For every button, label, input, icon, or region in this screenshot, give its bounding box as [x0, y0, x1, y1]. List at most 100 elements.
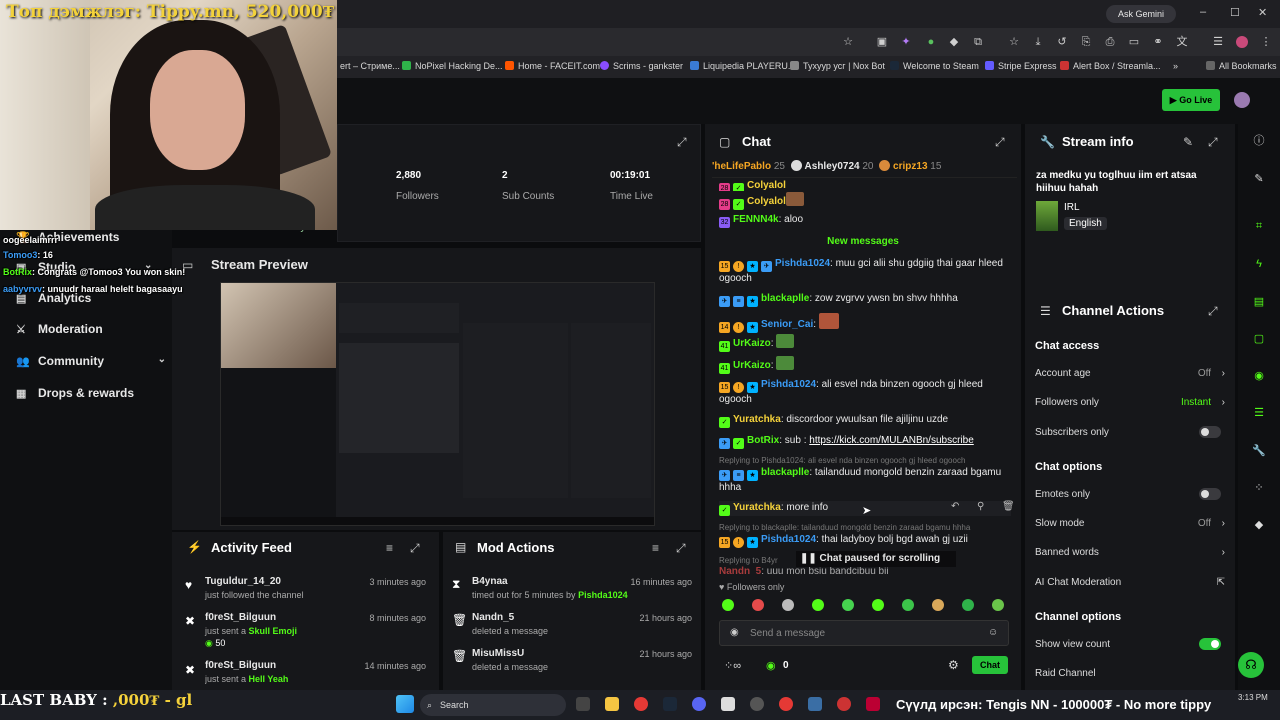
- chat-message[interactable]: ✈ ≡ ★ blackaplle: zow zvgrvv ywsn bn shvv h…: [719, 292, 1011, 307]
- emote-icon[interactable]: [782, 599, 794, 611]
- feed-user[interactable]: f0reSt_Bilguun: [205, 660, 276, 671]
- drops-icon[interactable]: ◆: [1252, 518, 1266, 532]
- feed-user[interactable]: B4ynaa: [472, 576, 508, 587]
- chat-paused-banner[interactable]: ❚❚ Chat paused for scrolling: [796, 551, 956, 567]
- expand-icon[interactable]: ⤢: [410, 541, 420, 556]
- extension-icon[interactable]: ◆: [948, 36, 960, 48]
- link-icon[interactable]: ⚭: [1152, 36, 1164, 48]
- ai-moderation-link[interactable]: AI Chat Moderation ⇱: [1035, 577, 1225, 588]
- emote-icon[interactable]: [752, 599, 764, 611]
- download-icon[interactable]: ⤓: [1032, 36, 1044, 48]
- account-age-setting[interactable]: Account age Off ›: [1035, 368, 1225, 379]
- bookmark-item[interactable]: NoPixel Hacking De...: [402, 61, 503, 71]
- avatar[interactable]: [1234, 92, 1250, 108]
- app-icon[interactable]: [837, 697, 851, 711]
- chat-message[interactable]: 15! ★ Pishda1024: thai ladyboy bolj bgd aw…: [719, 533, 1011, 548]
- banned-words-setting[interactable]: Banned words ›: [1035, 547, 1225, 558]
- emote-icon[interactable]: [962, 599, 974, 611]
- extension-icon[interactable]: ▣: [876, 36, 888, 48]
- send-chat-button[interactable]: Chat: [972, 656, 1008, 674]
- reply-icon[interactable]: ↶: [951, 501, 959, 512]
- chat-message[interactable]: 28 ✓ Colyalol: [719, 192, 1011, 210]
- chrome-icon[interactable]: [634, 697, 648, 711]
- bookmark-item[interactable]: Тухуур усг | Nox Bot: [790, 61, 885, 71]
- emotes-only-toggle[interactable]: Emotes only: [1035, 488, 1225, 500]
- gear-icon[interactable]: ⚙: [948, 658, 959, 672]
- discord-icon[interactable]: [692, 697, 706, 711]
- expand-icon[interactable]: ⤢: [1208, 135, 1218, 150]
- chat-message[interactable]: ✈ ≡ ★ blackaplle: tailanduud mongold benzin…: [719, 466, 1011, 495]
- crop-icon[interactable]: ⌗: [1252, 219, 1266, 233]
- list-icon[interactable]: ☰: [1252, 406, 1266, 420]
- folder-icon[interactable]: [605, 697, 619, 711]
- minimize-icon[interactable]: –: [1200, 6, 1206, 18]
- edit-icon[interactable]: ✎: [1252, 172, 1266, 186]
- bookmark-item[interactable]: ert – Стриме...: [340, 61, 400, 71]
- bookmark-icon[interactable]: ☆: [1008, 36, 1020, 48]
- expand-icon[interactable]: ⤢: [676, 541, 686, 556]
- extension-icon[interactable]: ●: [925, 36, 937, 48]
- bookmark-item[interactable]: Liquipedia PLAYERU...: [690, 61, 795, 71]
- task-view-icon[interactable]: [576, 697, 590, 711]
- chat-message[interactable]: 14! ★ Senior_Cai:: [719, 313, 1011, 333]
- chat-icon[interactable]: ▢: [1252, 332, 1266, 346]
- chat-message[interactable]: 28 ✓ Colyalol: [719, 179, 1011, 191]
- sidebar-item-moderation[interactable]: ⚔ Moderation: [16, 322, 103, 336]
- emote-icon[interactable]: [932, 599, 944, 611]
- expand-icon[interactable]: ⤢: [1208, 304, 1218, 319]
- profile-icon[interactable]: [1236, 36, 1248, 48]
- screenshot-icon[interactable]: ▭: [1128, 36, 1140, 48]
- expand-icon[interactable]: ⤢: [995, 135, 1005, 150]
- app-icon[interactable]: [721, 697, 735, 711]
- maximize-icon[interactable]: ☐: [1230, 6, 1240, 19]
- gifter-name[interactable]: 'heLifePablo: [712, 161, 771, 172]
- close-icon[interactable]: ✕: [1258, 6, 1267, 19]
- app-icon[interactable]: [866, 697, 880, 711]
- category[interactable]: IRL: [1064, 202, 1080, 213]
- chat-message[interactable]: 32 FENNN4k: aloo: [719, 213, 1011, 228]
- menu-icon[interactable]: ⋮: [1260, 36, 1272, 48]
- raid-channel-setting[interactable]: Raid Channel: [1035, 668, 1225, 679]
- lightning-icon[interactable]: ϟ: [1252, 257, 1266, 271]
- slow-mode-setting[interactable]: Slow mode Off ›: [1035, 518, 1225, 529]
- edit-icon[interactable]: ✎: [1183, 135, 1193, 149]
- chat-message[interactable]: 41 UrKaizo:: [719, 334, 1011, 352]
- trash-icon[interactable]: 🗑: [1002, 501, 1015, 512]
- ask-gemini-button[interactable]: Ask Gemini: [1106, 5, 1176, 23]
- chat-message[interactable]: 15! ★ ✈ Pishda1024: muu gci alii shu gdgiig…: [719, 257, 1011, 286]
- feed-user[interactable]: Nandn_5: [472, 612, 514, 623]
- bookmark-item[interactable]: Scrims - gankster: [600, 61, 683, 71]
- emote-icon[interactable]: [812, 599, 824, 611]
- infinity-icon[interactable]: ⁘∞: [724, 659, 741, 672]
- chevron-right-icon[interactable]: »: [1173, 61, 1178, 71]
- steam-icon[interactable]: [663, 697, 677, 711]
- go-live-button[interactable]: ▶ Go Live: [1162, 89, 1220, 111]
- emote-icon[interactable]: [902, 599, 914, 611]
- taskbar-search[interactable]: ⌕ Search: [420, 694, 566, 716]
- followers-only-setting[interactable]: Followers only Instant ›: [1035, 397, 1225, 408]
- emote-icon[interactable]: [842, 599, 854, 611]
- filter-icon[interactable]: ≡: [386, 541, 393, 555]
- chat-message[interactable]: ✈ ✓ BotRix: sub : https://kick.com/MULANBn…: [719, 434, 1011, 449]
- gifter-name[interactable]: Ashley0724: [805, 161, 860, 172]
- gifter-name[interactable]: cripz13: [893, 161, 927, 172]
- filter-icon[interactable]: ≡: [652, 541, 659, 555]
- star-icon[interactable]: ☆: [842, 36, 854, 48]
- sidebar-item-drops[interactable]: ▦ Drops & rewards: [16, 386, 134, 400]
- users-icon[interactable]: ⁘: [1252, 481, 1266, 495]
- all-bookmarks[interactable]: All Bookmarks: [1206, 61, 1277, 71]
- obs-icon[interactable]: [750, 697, 764, 711]
- info-icon[interactable]: ⓘ: [1252, 134, 1266, 148]
- emote-icon[interactable]: [992, 599, 1004, 611]
- windows-start-icon[interactable]: [396, 695, 414, 713]
- history-icon[interactable]: ↺: [1056, 36, 1068, 48]
- subscribers-only-toggle[interactable]: Subscribers only: [1035, 426, 1225, 438]
- chat-input[interactable]: ◉ Send a message ☺: [719, 620, 1009, 646]
- chat-message[interactable]: 15! ★ Pishda1024: ali esvel nda binzen ogo…: [719, 378, 1011, 407]
- bookmark-item[interactable]: Stripe Express: [985, 61, 1057, 71]
- bookmark-item[interactable]: Alert Box / Streamla...: [1060, 61, 1161, 71]
- emote-icon[interactable]: [872, 599, 884, 611]
- puzzle-icon[interactable]: ⧉: [972, 36, 984, 48]
- feed-user[interactable]: f0reSt_Bilguun: [205, 612, 276, 623]
- headset-icon[interactable]: ☊: [1238, 652, 1264, 678]
